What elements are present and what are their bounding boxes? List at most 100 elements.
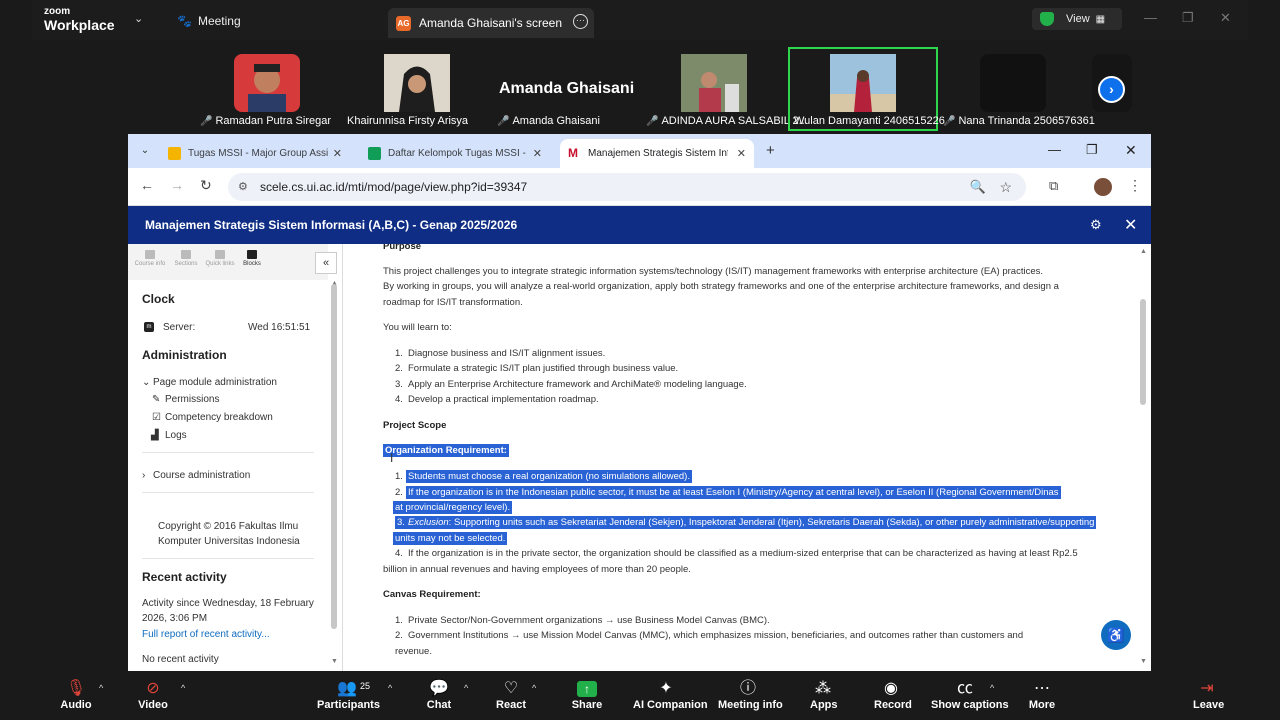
purpose-heading: Purpose (383, 244, 422, 252)
tab-sections[interactable]: Sections (168, 250, 204, 267)
heart-icon: ♡ (503, 680, 519, 697)
recent-since-line-1: Activity since Wednesday, 18 February (142, 598, 314, 609)
sheets-icon (368, 147, 381, 160)
close-icon[interactable]: ✕ (1124, 215, 1137, 235)
tab-manajemen-strategis[interactable]: M Manajemen Strategis Sistem Informasi ✕ (560, 139, 754, 168)
tab-quick-links[interactable]: Quick links (202, 250, 238, 267)
view-button[interactable]: View ▦ (1032, 8, 1122, 30)
chevron-up-icon[interactable]: ^ (181, 683, 185, 693)
server-label: Server: (163, 322, 196, 333)
tab-daftar-kelompok[interactable]: Daftar Kelompok Tugas MSSI - Google Shee… (360, 139, 550, 168)
forward-icon[interactable]: → (170, 177, 184, 193)
list-item: Government Institutions → use Mission Mo… (408, 630, 1024, 641)
shared-screen-tab[interactable]: AG Amanda Ghaisani's screen ··· (388, 8, 594, 38)
chevron-up-icon[interactable]: ^ (388, 683, 392, 693)
site-info-icon[interactable]: ⚙ (238, 173, 248, 201)
close-tab-icon[interactable]: ✕ (737, 147, 746, 160)
intro-line: roadmap for IS/IT transformation. (383, 297, 523, 308)
tab-course-info[interactable]: Course info (132, 250, 168, 267)
scroll-up-icon[interactable]: ▲ (1140, 248, 1147, 255)
chevron-right-icon[interactable]: › (1098, 76, 1125, 103)
chevron-down-icon[interactable]: ⌄ (134, 12, 143, 25)
chat-button[interactable]: 💬 Chat (426, 679, 452, 711)
scroll-down-icon[interactable]: ▼ (1140, 658, 1147, 665)
back-icon[interactable]: ← (140, 177, 154, 193)
more-options-icon[interactable]: ··· (573, 14, 588, 29)
shield-icon (1040, 12, 1054, 26)
meeting-tab[interactable]: 🐾 Meeting (177, 14, 241, 28)
recent-since-line-2: 2026, 3:06 PM (142, 613, 208, 624)
scroll-down-icon[interactable]: ▼ (331, 658, 338, 665)
close-tab-icon[interactable]: ✕ (533, 147, 542, 160)
participant-video[interactable] (830, 54, 896, 112)
react-button[interactable]: ♡ React (496, 679, 526, 711)
list-item: Students must choose a real organization… (406, 470, 692, 483)
competency-link[interactable]: Competency breakdown (165, 412, 273, 423)
participant-video[interactable] (384, 54, 450, 112)
zoom-logo: zoom Workplace (44, 6, 115, 33)
content-scrollbar[interactable] (1140, 299, 1146, 405)
video-button[interactable]: ⊘ Video (136, 679, 170, 711)
leave-button[interactable]: ⇥ Leave (1193, 679, 1224, 711)
accessibility-icon[interactable]: ♿ (1101, 620, 1131, 650)
participant-video[interactable] (234, 54, 300, 112)
new-tab-icon[interactable]: + (766, 142, 775, 159)
gear-icon[interactable]: ⚙ (1090, 217, 1102, 233)
participant-video[interactable] (681, 54, 747, 112)
moodle-icon: M (568, 147, 581, 160)
apps-button[interactable]: ⁂ Apps (810, 679, 838, 711)
full-report-link[interactable]: Full report of recent activity... (142, 629, 270, 640)
tab-blocks[interactable]: Blocks (234, 250, 270, 267)
chevron-right-icon[interactable]: › (142, 470, 145, 481)
bookmark-star-icon[interactable]: ☆ (999, 173, 1012, 201)
meeting-info-button[interactable]: ⓘ Meeting info (718, 679, 783, 711)
minimize-icon[interactable]: — (1048, 142, 1061, 157)
record-button[interactable]: ◉ Record (874, 679, 912, 711)
ai-companion-button[interactable]: ✦ AI Companion (633, 679, 708, 711)
course-admin-link[interactable]: Course administration (153, 470, 250, 481)
captions-button[interactable]: ㏄ Show captions (931, 679, 1009, 711)
chevron-up-icon[interactable]: ^ (990, 683, 994, 693)
close-tab-icon[interactable]: ✕ (333, 147, 342, 160)
browser-menu-icon[interactable]: ⋮ (1128, 177, 1142, 194)
list-number: 1. (395, 615, 403, 626)
close-icon[interactable]: ✕ (1125, 142, 1137, 159)
tab-search-icon[interactable]: ⌄ (136, 142, 154, 160)
share-button[interactable]: ↑ Share (570, 679, 604, 711)
permissions-link[interactable]: Permissions (165, 394, 219, 405)
info-icon: ⓘ (739, 680, 756, 697)
restore-icon[interactable]: ❐ (1182, 10, 1194, 26)
drawer-scrollbar[interactable] (331, 284, 337, 629)
chevron-down-icon[interactable]: ⌄ (142, 377, 150, 388)
paw-icon: 🐾 (177, 14, 192, 28)
chevron-up-icon[interactable]: ^ (99, 683, 103, 693)
minimize-icon[interactable]: — (1144, 10, 1157, 25)
chevron-up-icon[interactable]: ^ (464, 683, 468, 693)
participant-avatar (830, 54, 896, 112)
participant-name: 🎤 Nana Trinanda 2506576361 (943, 115, 1095, 127)
logs-link[interactable]: Logs (165, 430, 187, 441)
page-module-admin-link[interactable]: Page module administration (153, 377, 277, 388)
reload-icon[interactable]: ↻ (200, 177, 212, 194)
audio-button[interactable]: 🎙 Audio (60, 679, 92, 711)
collapse-drawer-button[interactable]: « (315, 252, 337, 274)
profile-avatar[interactable] (1094, 178, 1112, 196)
close-icon[interactable]: ✕ (1220, 10, 1231, 26)
url-bar[interactable]: ⚙ scele.cs.ui.ac.id/mti/mod/page/view.ph… (228, 173, 1026, 201)
tab-tugas-mssi[interactable]: Tugas MSSI - Major Group Assignment ✕ (160, 139, 350, 168)
restore-icon[interactable]: ❐ (1086, 142, 1098, 158)
participants-button[interactable]: 👥 25 Participants (317, 679, 380, 711)
divider (142, 492, 314, 493)
list-item-continued: billion in annual revenues and having em… (383, 564, 691, 575)
edit-icon: ✎ (152, 394, 161, 405)
list-number: 1. (395, 471, 403, 482)
zoom-icon[interactable]: 🔍 (970, 173, 986, 201)
participant-video[interactable] (980, 54, 1046, 112)
home-icon (145, 250, 155, 259)
extensions-icon[interactable]: ⧉ (1049, 178, 1058, 194)
recent-activity-heading: Recent activity (142, 570, 227, 584)
checkbox-icon: ☑ (152, 412, 161, 423)
chevron-up-icon[interactable]: ^ (532, 683, 536, 693)
more-button[interactable]: ⋯ More (1028, 679, 1056, 711)
participant-display-name: Amanda Ghaisani (499, 80, 635, 97)
